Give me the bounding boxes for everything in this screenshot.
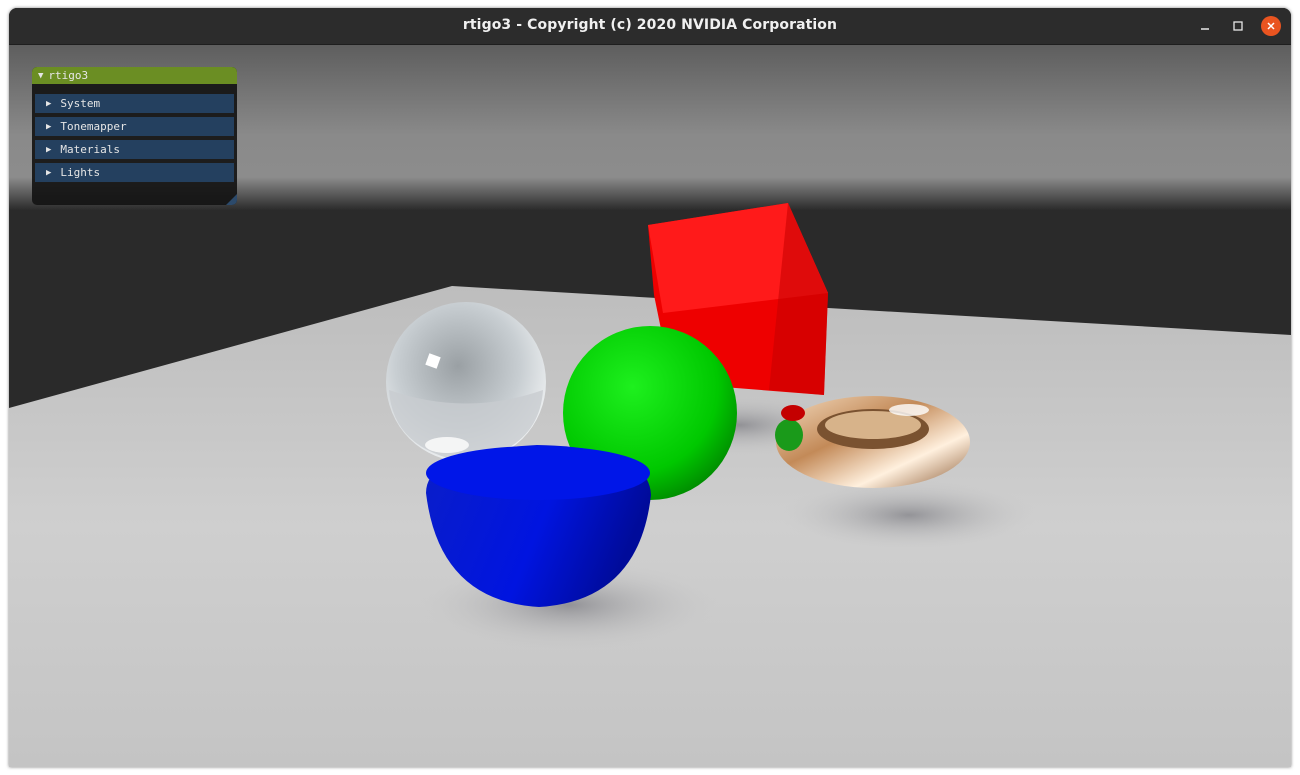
expand-triangle-icon: ▶ xyxy=(46,121,52,132)
minimize-button[interactable] xyxy=(1195,16,1215,36)
gui-section-lights[interactable]: ▶ Lights xyxy=(35,163,234,182)
expand-triangle-icon: ▶ xyxy=(46,144,52,155)
render-viewport[interactable]: ▼ rtigo3 ▶ System ▶ Tonemapper ▶ Materia… xyxy=(9,45,1291,767)
gui-panel[interactable]: ▼ rtigo3 ▶ System ▶ Tonemapper ▶ Materia… xyxy=(32,67,237,205)
maximize-icon xyxy=(1233,21,1243,31)
gui-section-tonemapper[interactable]: ▶ Tonemapper xyxy=(35,117,234,136)
title-bar[interactable]: rtigo3 - Copyright (c) 2020 NVIDIA Corpo… xyxy=(9,8,1291,45)
app-window: rtigo3 - Copyright (c) 2020 NVIDIA Corpo… xyxy=(9,8,1291,767)
gui-section-label: Lights xyxy=(60,166,101,179)
expand-triangle-icon: ▶ xyxy=(46,167,52,178)
resize-grip[interactable] xyxy=(226,194,237,205)
close-icon xyxy=(1267,22,1275,30)
gui-section-label: System xyxy=(60,97,101,110)
maximize-button[interactable] xyxy=(1228,16,1248,36)
collapse-triangle-icon: ▼ xyxy=(38,70,44,81)
expand-triangle-icon: ▶ xyxy=(46,98,52,109)
metal-torus xyxy=(775,396,970,488)
gui-panel-title: rtigo3 xyxy=(48,69,89,82)
gui-section-label: Tonemapper xyxy=(60,120,127,133)
glass-sphere xyxy=(386,302,546,462)
gui-section-materials[interactable]: ▶ Materials xyxy=(35,140,234,159)
minimize-icon xyxy=(1201,28,1209,30)
window-title: rtigo3 - Copyright (c) 2020 NVIDIA Corpo… xyxy=(462,17,838,33)
gui-section-system[interactable]: ▶ System xyxy=(35,94,234,113)
close-button[interactable] xyxy=(1261,16,1281,36)
gui-section-label: Materials xyxy=(60,143,121,156)
gui-panel-header[interactable]: ▼ rtigo3 xyxy=(32,67,237,84)
